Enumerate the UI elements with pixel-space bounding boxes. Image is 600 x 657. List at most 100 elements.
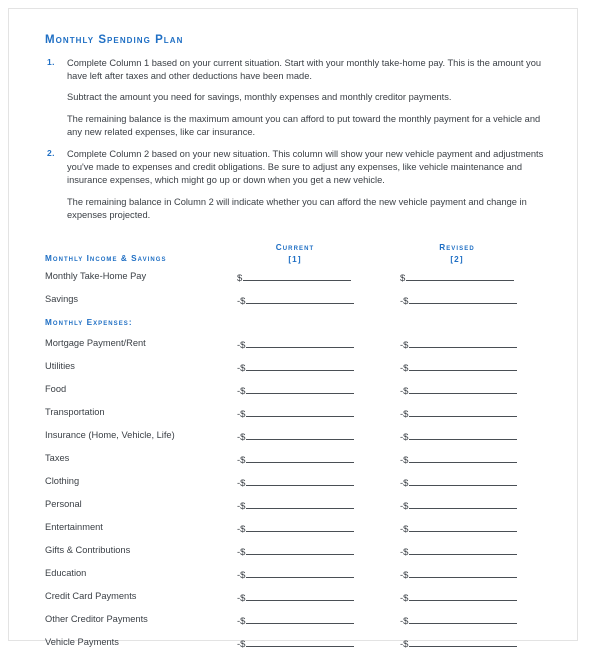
currency-sign: -$ <box>237 501 246 513</box>
amount-input-line[interactable] <box>246 361 355 372</box>
amount-input-line[interactable] <box>243 271 352 282</box>
currency-sign: -$ <box>237 296 246 308</box>
amount-input-line[interactable] <box>246 614 355 625</box>
currency-sign: -$ <box>237 386 246 398</box>
table-row: Taxes -$ -$ <box>45 450 550 473</box>
table-row: Gifts & Contributions -$ -$ <box>45 542 550 565</box>
amount-field-current[interactable]: -$ <box>237 338 355 352</box>
amount-input-line[interactable] <box>406 271 515 282</box>
amount-input-line[interactable] <box>409 591 518 602</box>
currency-sign: -$ <box>400 432 409 444</box>
amount-field-current[interactable]: -$ <box>237 614 355 627</box>
amount-field-revised[interactable]: -$ <box>400 614 518 628</box>
amount-field-revised[interactable]: -$ <box>400 453 518 466</box>
amount-field-current[interactable]: -$ <box>237 407 355 420</box>
amount-field-current[interactable]: -$ <box>237 384 355 398</box>
amount-field-revised[interactable]: -$ <box>400 637 518 650</box>
amount-input-line[interactable] <box>246 476 355 487</box>
amount-input-line[interactable] <box>246 522 355 533</box>
amount-field-current[interactable]: -$ <box>237 545 355 559</box>
row-label: Taxes <box>45 453 70 464</box>
table-row: Clothing -$ -$ <box>45 473 550 496</box>
amount-input-line[interactable] <box>246 637 355 648</box>
amount-field-revised[interactable]: -$ <box>400 338 518 351</box>
row-label: Entertainment <box>45 522 103 533</box>
currency-sign: -$ <box>400 616 409 628</box>
table-column-headers: Monthly Income & Savings Current [1] Rev… <box>45 242 550 268</box>
instruction-step-number: 2. <box>47 148 55 159</box>
amount-field-revised[interactable]: -$ <box>400 384 518 397</box>
amount-input-line[interactable] <box>409 545 518 556</box>
amount-input-line[interactable] <box>409 338 518 349</box>
amount-input-line[interactable] <box>409 614 518 625</box>
page-title: Monthly Spending Plan <box>45 34 184 46</box>
instruction-paragraph: The remaining balance in Column 2 will i… <box>67 196 527 220</box>
row-label: Savings <box>45 294 79 305</box>
amount-input-line[interactable] <box>409 294 518 305</box>
amount-field-current[interactable]: -$ <box>237 453 355 466</box>
amount-field-current[interactable]: -$ <box>237 637 355 650</box>
amount-input-line[interactable] <box>409 637 518 648</box>
amount-input-line[interactable] <box>246 545 355 556</box>
amount-input-line[interactable] <box>409 522 518 533</box>
amount-input-line[interactable] <box>409 568 518 579</box>
currency-sign: -$ <box>237 547 246 559</box>
amount-input-line[interactable] <box>409 407 518 418</box>
currency-sign: -$ <box>237 432 246 444</box>
amount-field-revised[interactable]: -$ <box>400 361 518 374</box>
amount-field-current[interactable]: $ <box>237 271 352 284</box>
amount-input-line[interactable] <box>246 430 355 441</box>
amount-field-revised[interactable]: -$ <box>400 407 518 420</box>
amount-field-current[interactable]: -$ <box>237 476 355 489</box>
amount-field-current[interactable]: -$ <box>237 499 355 513</box>
amount-input-line[interactable] <box>246 568 355 579</box>
amount-field-current[interactable]: -$ <box>237 430 355 444</box>
table-row: Mortgage Payment/Rent -$ -$ <box>45 335 550 358</box>
amount-input-line[interactable] <box>409 453 518 464</box>
instruction-paragraph: The remaining balance is the maximum amo… <box>67 113 541 137</box>
amount-field-revised[interactable]: -$ <box>400 294 518 307</box>
amount-input-line[interactable] <box>246 338 355 349</box>
section-label-income-savings: Monthly Income & Savings <box>45 254 167 264</box>
row-label: Education <box>45 568 87 579</box>
row-label: Utilities <box>45 361 75 372</box>
amount-input-line[interactable] <box>409 476 518 487</box>
table-row: Other Creditor Payments -$ -$ <box>45 611 550 634</box>
currency-sign: $ <box>400 273 406 285</box>
amount-input-line[interactable] <box>246 499 355 510</box>
currency-sign: -$ <box>237 593 246 605</box>
amount-field-current[interactable]: -$ <box>237 522 355 536</box>
amount-field-revised[interactable]: -$ <box>400 591 518 604</box>
amount-field-revised[interactable]: -$ <box>400 568 518 581</box>
amount-input-line[interactable] <box>246 294 355 305</box>
currency-sign: -$ <box>237 340 246 352</box>
column-header-revised-name: Revised <box>439 243 475 253</box>
amount-input-line[interactable] <box>409 361 518 372</box>
amount-input-line[interactable] <box>409 384 518 395</box>
amount-field-revised[interactable]: -$ <box>400 430 518 444</box>
amount-input-line[interactable] <box>409 430 518 441</box>
amount-field-revised[interactable]: -$ <box>400 522 518 535</box>
amount-input-line[interactable] <box>409 499 518 510</box>
amount-field-current[interactable]: -$ <box>237 294 355 308</box>
row-label: Personal <box>45 499 82 510</box>
document-page: Monthly Spending Plan 1. Complete Column … <box>8 8 578 650</box>
table-row: Insurance (Home, Vehicle, Life) -$ -$ <box>45 427 550 450</box>
amount-field-revised[interactable]: $ <box>400 271 515 285</box>
instruction-step: 1. Complete Column 1 based on your curren… <box>45 57 550 139</box>
amount-input-line[interactable] <box>246 407 355 418</box>
section-label-monthly-expenses: Monthly Expenses: <box>45 318 133 328</box>
currency-sign: -$ <box>237 524 246 536</box>
amount-input-line[interactable] <box>246 384 355 395</box>
instruction-paragraph: Complete Column 1 based on your current … <box>67 58 542 82</box>
row-label: Gifts & Contributions <box>45 545 131 556</box>
amount-field-revised[interactable]: -$ <box>400 476 518 489</box>
instruction-paragraph: Subtract the amount you need for savings… <box>67 92 452 103</box>
amount-input-line[interactable] <box>246 591 355 602</box>
amount-field-current[interactable]: -$ <box>237 568 355 581</box>
amount-field-revised[interactable]: -$ <box>400 545 518 558</box>
amount-field-current[interactable]: -$ <box>237 361 355 374</box>
amount-field-revised[interactable]: -$ <box>400 499 518 512</box>
amount-input-line[interactable] <box>246 453 355 464</box>
amount-field-current[interactable]: -$ <box>237 591 355 605</box>
